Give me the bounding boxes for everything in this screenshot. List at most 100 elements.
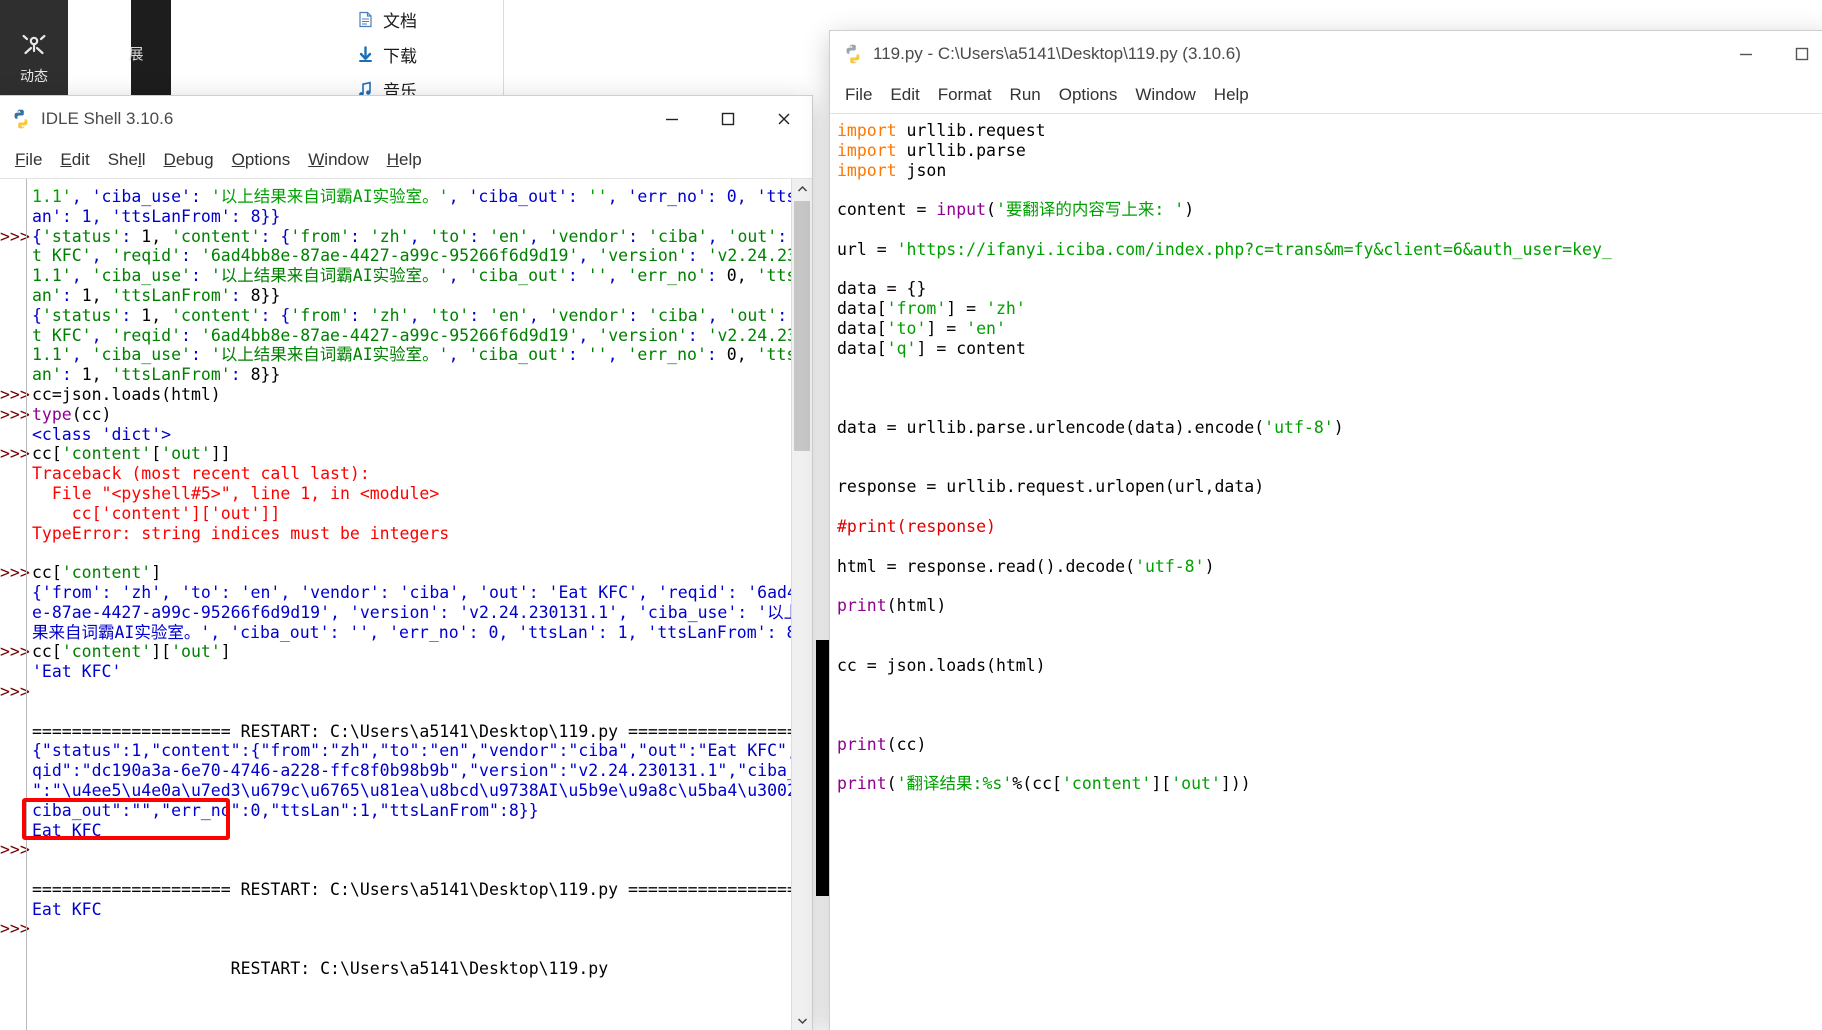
maximize-icon[interactable] xyxy=(1774,31,1822,77)
code-span: t KFC' xyxy=(32,325,92,345)
code-span: ] xyxy=(220,642,231,662)
close-icon[interactable] xyxy=(756,96,812,142)
code-span: : xyxy=(349,305,370,325)
code-span: 'ciba_use' xyxy=(91,187,191,206)
code-span: 'to' xyxy=(429,226,470,246)
code-span: : xyxy=(349,226,370,246)
shell-line: File "<pyshell#5>", line 1, in <module> xyxy=(32,484,791,504)
chevron-up-icon[interactable] xyxy=(792,179,812,199)
editor-titlebar[interactable]: 119.py - C:\Users\a5141\Desktop\119.py (… xyxy=(830,31,1822,77)
scrollbar-thumb[interactable] xyxy=(794,201,810,451)
code-span: 0, xyxy=(726,266,757,286)
code-span: 'err_no' xyxy=(627,187,707,206)
explorer-item-documents[interactable]: 文档 xyxy=(342,2,503,37)
code-span: {"status":1,"content":{"from":"zh","to":… xyxy=(32,741,791,761)
code-span: , xyxy=(607,187,628,206)
code-span: 'utf-8' xyxy=(1264,417,1334,437)
code-span: ) xyxy=(1184,200,1195,220)
code-span: : xyxy=(121,226,142,246)
code-span: 'zh' xyxy=(369,305,410,325)
menu-edit[interactable]: Edit xyxy=(51,148,98,172)
code-span: %(cc[ xyxy=(1012,774,1062,794)
code-span: Eat KFC xyxy=(32,899,102,919)
code-span: 0, xyxy=(726,345,757,365)
code-span: 'ciba_out' xyxy=(468,345,568,365)
code-span: , xyxy=(71,345,92,365)
menu-format[interactable]: Format xyxy=(929,83,1001,107)
editor-line: print(cc) xyxy=(837,735,1822,755)
code-span: input xyxy=(936,200,987,220)
minimize-icon[interactable] xyxy=(1718,31,1774,77)
editor-code-text[interactable]: import urllib.request import urllib.parse… xyxy=(830,114,1822,1030)
shell-output-text[interactable]: 1.1', 'ciba_use': '以上结果来自词霸AI实验室。', 'cib… xyxy=(26,179,791,1030)
editor-line: import urllib.request xyxy=(837,121,1822,141)
menu-help[interactable]: Help xyxy=(1205,83,1258,107)
menu-window[interactable]: Window xyxy=(1126,83,1204,107)
minimize-icon[interactable] xyxy=(644,96,700,142)
code-span: 'reqid' xyxy=(111,246,182,266)
download-icon xyxy=(356,46,374,64)
code-span: 8}} xyxy=(250,285,281,305)
menu-options[interactable]: Options xyxy=(223,148,300,172)
menu-file[interactable]: File xyxy=(836,83,881,107)
code-span: : xyxy=(230,365,251,385)
chevron-down-icon[interactable] xyxy=(792,1010,812,1030)
shell-line: t KFC', 'reqid': '6ad4bb8e-87ae-4427-a99… xyxy=(32,246,791,266)
code-span: (cc) xyxy=(71,404,112,424)
code-span: 'status' xyxy=(41,305,122,325)
editor-body[interactable]: import urllib.request import urllib.parse… xyxy=(830,114,1822,1030)
shell-vertical-scrollbar[interactable] xyxy=(791,179,812,1030)
code-span: 'en' xyxy=(966,318,1006,338)
menu-help[interactable]: Help xyxy=(378,148,431,172)
shell-gutter-blank xyxy=(0,702,26,722)
idle-shell-window[interactable]: IDLE Shell 3.10.6 File Edit Shell Debug … xyxy=(0,96,812,1030)
menu-window[interactable]: Window xyxy=(299,148,377,172)
code-span: , xyxy=(528,305,549,325)
code-span: : xyxy=(190,345,211,365)
shell-menubar[interactable]: File Edit Shell Debug Options Window Hel… xyxy=(0,142,812,179)
shell-body[interactable]: >>> >>> >>> >>> >>> >>> >>> >>> >>> 1.1',… xyxy=(0,179,812,1030)
shell-line: TypeError: string indices must be intege… xyxy=(32,524,791,544)
shell-line: 1.1', 'ciba_use': '以上结果来自词霸AI实验室。', 'cib… xyxy=(32,345,791,365)
code-span: 1, xyxy=(141,226,172,246)
shell-prompt: >>> xyxy=(0,404,30,424)
code-span: '' xyxy=(587,266,608,286)
menu-run[interactable]: Run xyxy=(1001,83,1050,107)
shell-gutter-blank xyxy=(0,959,26,979)
menu-shell[interactable]: Shell xyxy=(99,148,155,172)
code-span: 'ttsL xyxy=(756,345,791,365)
code-span: : xyxy=(687,246,708,266)
code-span: 'to' xyxy=(429,305,470,325)
shell-line: {'status': 1, 'content': {'from': 'zh', … xyxy=(32,227,791,247)
code-span: t KFC' xyxy=(32,246,92,266)
menu-edit[interactable]: Edit xyxy=(881,83,928,107)
explorer-item-downloads[interactable]: 下载 xyxy=(342,37,503,72)
shell-gutter-blank xyxy=(0,425,26,445)
maximize-icon[interactable] xyxy=(700,96,756,142)
code-span: 'status' xyxy=(41,226,122,246)
code-span: urllib.request xyxy=(896,121,1046,140)
shell-titlebar[interactable]: IDLE Shell 3.10.6 xyxy=(0,96,812,142)
menu-debug[interactable]: Debug xyxy=(155,148,223,172)
code-span: 1, xyxy=(81,365,112,385)
shell-line: an': 1, 'ttsLanFrom': 8}} xyxy=(32,365,791,385)
code-span: 'vendor' xyxy=(548,305,629,325)
code-span: , xyxy=(409,226,430,246)
shell-line: t KFC', 'reqid': '6ad4bb8e-87ae-4427-a99… xyxy=(32,326,791,346)
code-span: 果来自词霸AI实验室。', 'ciba_out': '', 'err_no': … xyxy=(32,622,791,642)
code-span: type xyxy=(32,404,72,424)
editor-menubar[interactable]: File Edit Format Run Options Window Help xyxy=(830,77,1822,114)
code-span: ( xyxy=(886,774,897,794)
code-span: '' xyxy=(587,187,608,206)
editor-line: print('翻译结果:%s'%(cc['content']['out'])) xyxy=(837,774,1822,794)
menu-file[interactable]: File xyxy=(6,148,51,172)
code-span: 'out' xyxy=(727,305,778,325)
idle-editor-window[interactable]: 119.py - C:\Users\a5141\Desktop\119.py (… xyxy=(830,31,1822,1030)
menu-options[interactable]: Options xyxy=(1050,83,1127,107)
code-span: 'to' xyxy=(886,318,927,338)
